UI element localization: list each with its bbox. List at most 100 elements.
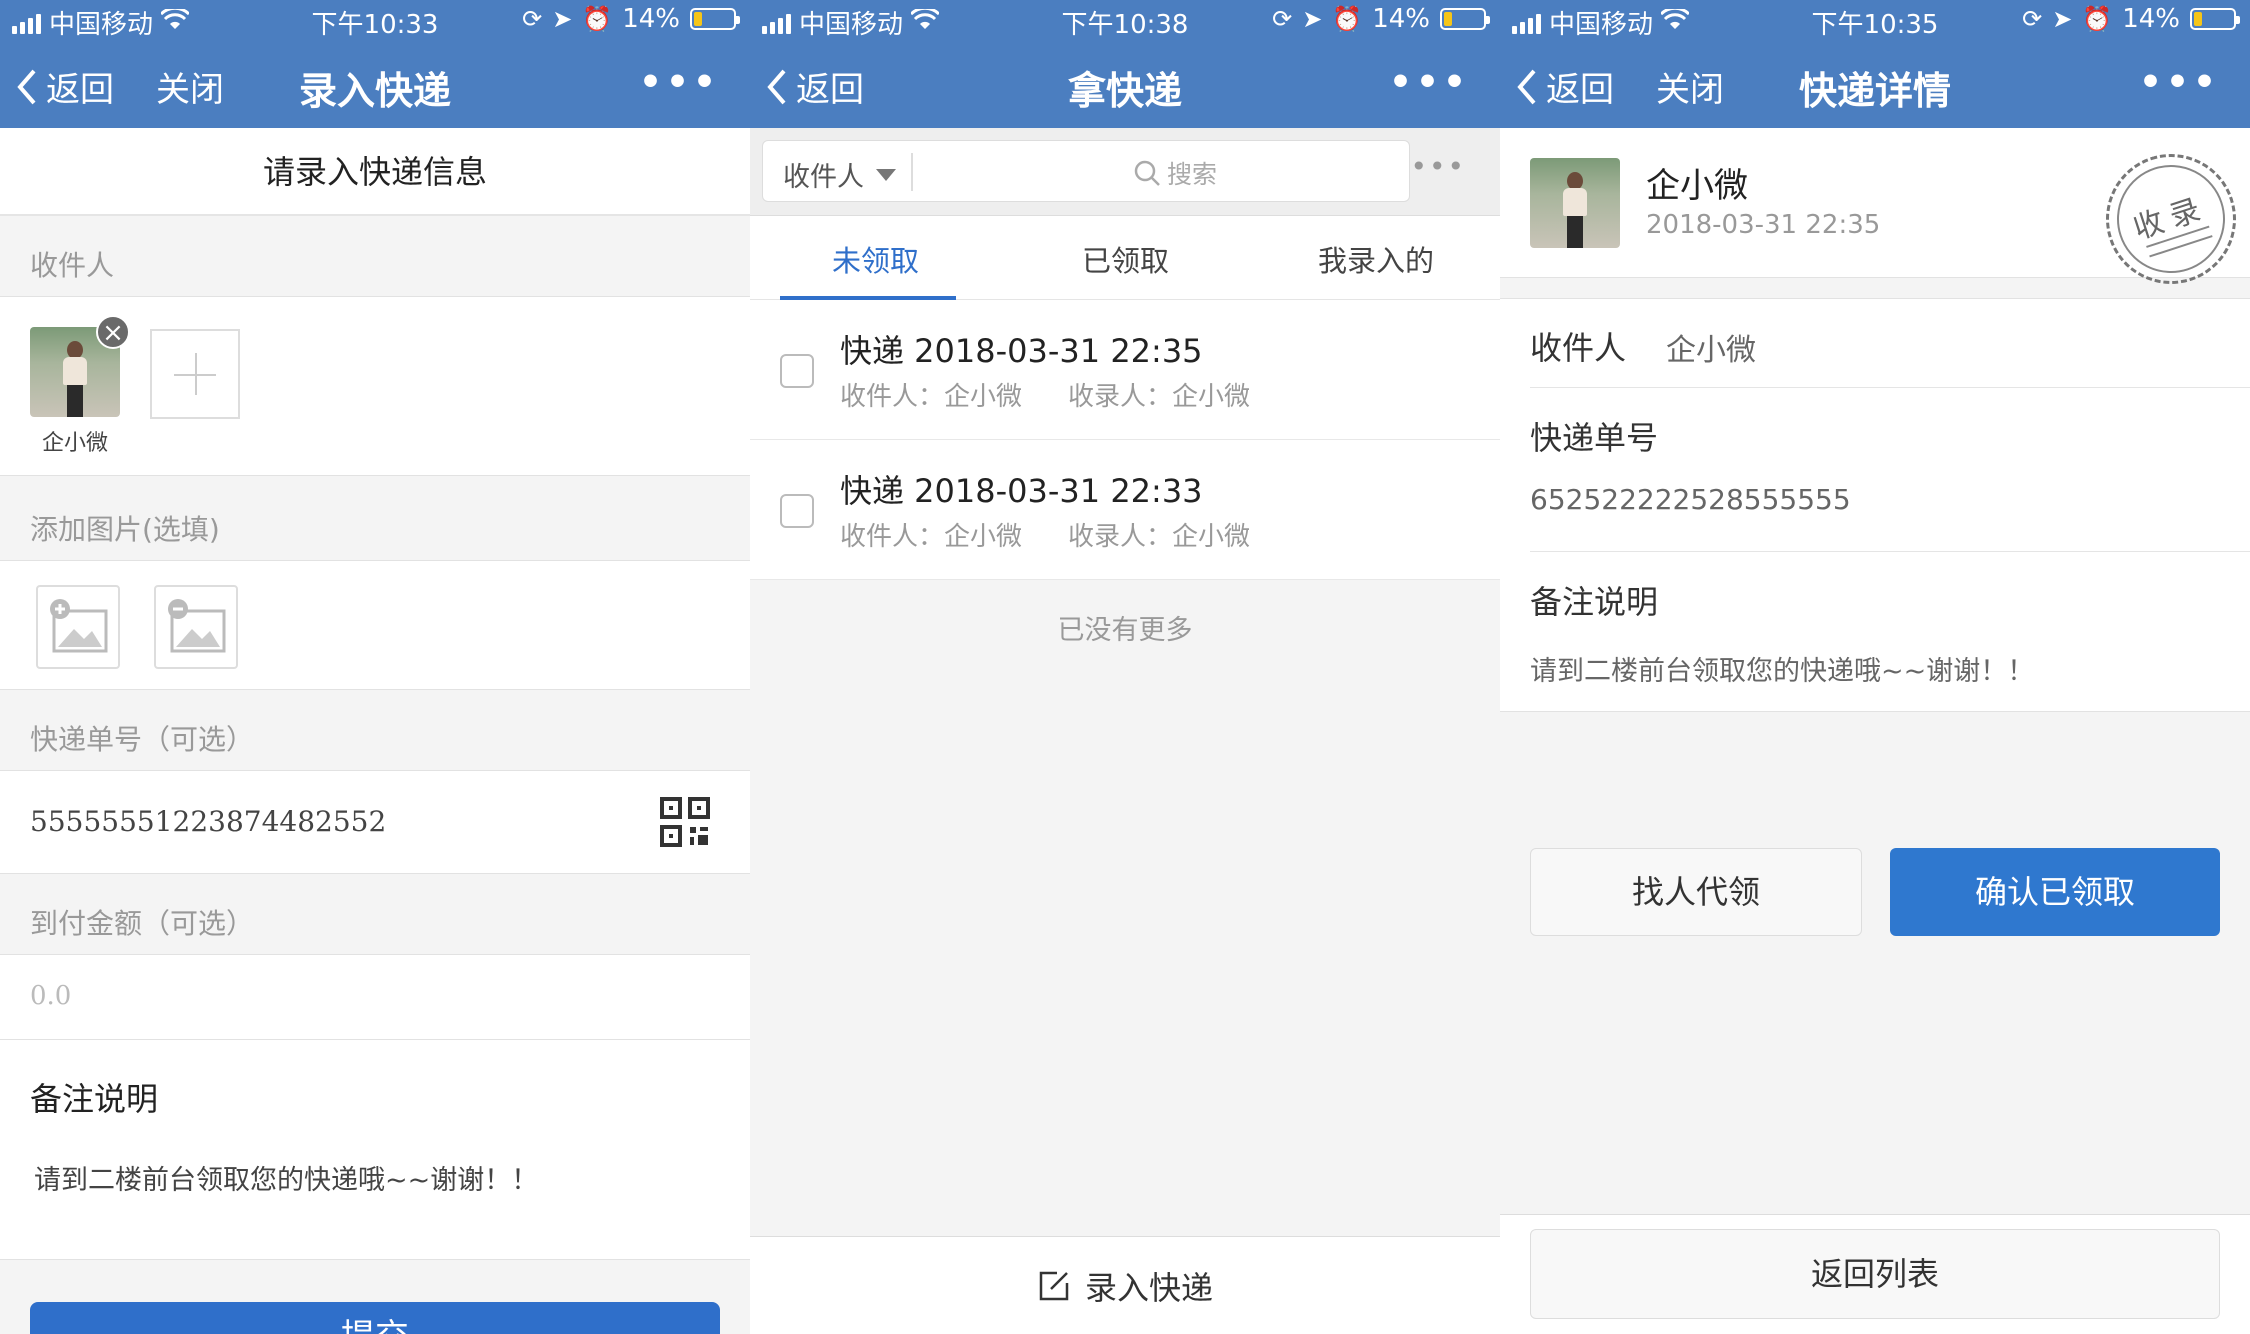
confirm-received-button[interactable]: 确认已领取 — [1890, 848, 2220, 936]
no-more-label: 已没有更多 — [1057, 615, 1193, 646]
recipient-label: 收件人 — [1530, 329, 1627, 367]
list-item[interactable]: 快递 2018-03-31 22:33 收件人：企小微 收录人：企小微 — [750, 440, 1500, 580]
avatar — [1530, 158, 1620, 248]
nav-bar: 返回 关闭 快递详情 ••• — [1500, 40, 2250, 128]
edit-icon — [1039, 1271, 1069, 1301]
chevron-left-icon — [1517, 69, 1536, 104]
more-icon[interactable]: ••• — [639, 62, 720, 103]
recipient-value: 企小微 — [1666, 333, 1756, 368]
status-bar: 中国移动 下午10:38 ⟳ ➤ ⏰ 14% — [750, 0, 1500, 40]
tracking-value: 652522222528555555 — [1530, 483, 1851, 516]
back-label: 返回 — [1546, 70, 1614, 110]
remarks-value: 请到二楼前台领取您的快递哦~~谢谢！！ — [1530, 656, 2035, 687]
more-icon[interactable]: ••• — [1389, 62, 1470, 103]
more-icon[interactable]: ••• — [2139, 62, 2220, 103]
alarm-icon: ⏰ — [2082, 5, 2113, 33]
nav-bar: 返回 关闭 录入快递 ••• — [0, 40, 750, 128]
tab-my-records[interactable]: 我录入的 — [1318, 238, 1434, 280]
detail-block: 收件人 企小微 快递单号 652522222528555555 备注说明 请到二… — [1500, 298, 2250, 712]
screenshot-frame: 中国移动 下午10:33 ⟳ ➤ ⏰ 14% 返回 关闭 录入快递 ••• 请录… — [0, 0, 2250, 1334]
list-item[interactable]: 快递 2018-03-31 22:35 收件人：企小微 收录人：企小微 — [750, 300, 1500, 440]
tracking-section-label: 快递单号（可选） — [30, 723, 255, 756]
item-recipient: 收件人：企小微 — [840, 522, 1023, 552]
express-list: 快递 2018-03-31 22:35 收件人：企小微 收录人：企小微 快递 2… — [750, 300, 1500, 580]
recipient-block: × 企小微 — [0, 296, 750, 476]
battery-icon — [2190, 8, 2240, 30]
add-image-icon — [50, 599, 108, 653]
chevron-left-icon — [17, 69, 36, 104]
back-button[interactable]: 返回 — [14, 62, 114, 111]
lock-rotation-icon: ⟳ — [522, 5, 543, 33]
alarm-icon: ⏰ — [582, 5, 613, 33]
status-bar: 中国移动 下午10:33 ⟳ ➤ ⏰ 14% — [0, 0, 750, 40]
images-block — [0, 560, 750, 690]
back-button[interactable]: 返回 — [764, 62, 864, 111]
item-recorder: 收录人：企小微 — [1068, 522, 1251, 552]
panel-record-express: 中国移动 下午10:33 ⟳ ➤ ⏰ 14% 返回 关闭 录入快递 ••• 请录… — [0, 0, 750, 1334]
bottom-bar: 录入快递 — [750, 1236, 1500, 1334]
panel-express-detail: 中国移动 下午10:35 ⟳ ➤ ⏰ 14% 返回 关闭 快递详情 ••• 企小… — [1500, 0, 2250, 1334]
return-list-button[interactable]: 返回列表 — [1530, 1229, 2220, 1319]
close-button[interactable]: 关闭 — [1656, 62, 1724, 111]
location-icon: ➤ — [1302, 5, 1323, 33]
tracking-label: 快递单号 — [1530, 419, 1659, 457]
search-more-icon[interactable]: ••• — [1410, 150, 1466, 183]
remove-image-icon — [168, 599, 226, 653]
panel-pickup-list: 中国移动 下午10:38 ⟳ ➤ ⏰ 14% 返回 拿快递 ••• 收件人 搜索… — [750, 0, 1500, 1334]
battery-icon — [690, 8, 740, 30]
tab-bar: 未领取 已领取 我录入的 — [750, 216, 1500, 300]
tab-unclaimed[interactable]: 未领取 — [832, 238, 919, 280]
item-recipient: 收件人：企小微 — [840, 382, 1023, 412]
remove-icon[interactable]: × — [96, 315, 130, 349]
checkbox-icon[interactable] — [780, 354, 814, 388]
add-images-label: 添加图片(选填) — [30, 513, 220, 546]
record-express-label: 录入快递 — [1084, 1269, 1213, 1307]
proxy-pickup-button[interactable]: 找人代领 — [1530, 848, 1862, 936]
battery-percent: 14% — [622, 4, 680, 34]
battery-percent: 14% — [2122, 4, 2180, 34]
record-express-button[interactable]: 录入快递 — [750, 1263, 1500, 1309]
lock-rotation-icon: ⟳ — [2022, 5, 2043, 33]
remarks-block[interactable]: 备注说明 请到二楼前台领取您的快递哦~~谢谢！！ — [0, 1040, 750, 1260]
bottom-area: 返回列表 — [1500, 1214, 2250, 1334]
item-recorder: 收录人：企小微 — [1068, 382, 1251, 412]
remarks-label: 备注说明 — [30, 1080, 159, 1118]
status-bar: 中国移动 下午10:35 ⟳ ➤ ⏰ 14% — [1500, 0, 2250, 40]
back-label: 返回 — [796, 70, 864, 110]
location-icon: ➤ — [552, 5, 573, 33]
item-title: 快递 2018-03-31 22:33 — [840, 472, 1203, 510]
battery-icon — [1440, 8, 1490, 30]
remove-image-button[interactable] — [154, 585, 238, 669]
remarks-value: 请到二楼前台领取您的快递哦~~谢谢！！ — [34, 1165, 539, 1196]
close-button[interactable]: 关闭 — [156, 62, 224, 111]
recipient-name: 企小微 — [1646, 166, 1748, 206]
checkbox-icon[interactable] — [780, 494, 814, 528]
stamp-icon: 收录 — [2089, 137, 2250, 301]
cod-placeholder: 0.0 — [30, 981, 72, 1011]
search-bar: 收件人 搜索 ••• — [750, 128, 1500, 216]
search-box: 收件人 搜索 — [762, 140, 1410, 202]
dropdown-icon — [876, 168, 896, 181]
battery-percent: 14% — [1372, 4, 1430, 34]
alarm-icon: ⏰ — [1332, 5, 1363, 33]
add-image-button[interactable] — [36, 585, 120, 669]
submit-button[interactable]: 提交 — [30, 1302, 720, 1334]
search-input[interactable] — [923, 149, 1393, 193]
cod-section-label: 到付金额（可选） — [30, 907, 255, 940]
tracking-value: 5555555122387448255​2 — [30, 805, 387, 838]
sender-card: 企小微 2018-03-31 22:35 收录 — [1500, 128, 2250, 301]
back-label: 返回 — [46, 70, 114, 110]
record-datetime: 2018-03-31 22:35 — [1646, 210, 1881, 240]
cod-field[interactable]: 0.0 — [0, 954, 750, 1040]
filter-select[interactable]: 收件人 — [783, 155, 896, 194]
recipient-section-label: 收件人 — [30, 249, 115, 282]
tracking-field[interactable]: 5555555122387448255​2 — [0, 770, 750, 874]
recipient-name: 企小微 — [41, 431, 108, 456]
form-header: 请录入快递信息 — [0, 128, 750, 216]
qr-code-icon[interactable] — [660, 797, 710, 847]
tab-claimed[interactable]: 已领取 — [1082, 238, 1169, 280]
chevron-left-icon — [767, 69, 786, 104]
add-recipient-button[interactable] — [150, 329, 240, 419]
nav-bar: 返回 拿快递 ••• — [750, 40, 1500, 128]
back-button[interactable]: 返回 — [1514, 62, 1614, 111]
